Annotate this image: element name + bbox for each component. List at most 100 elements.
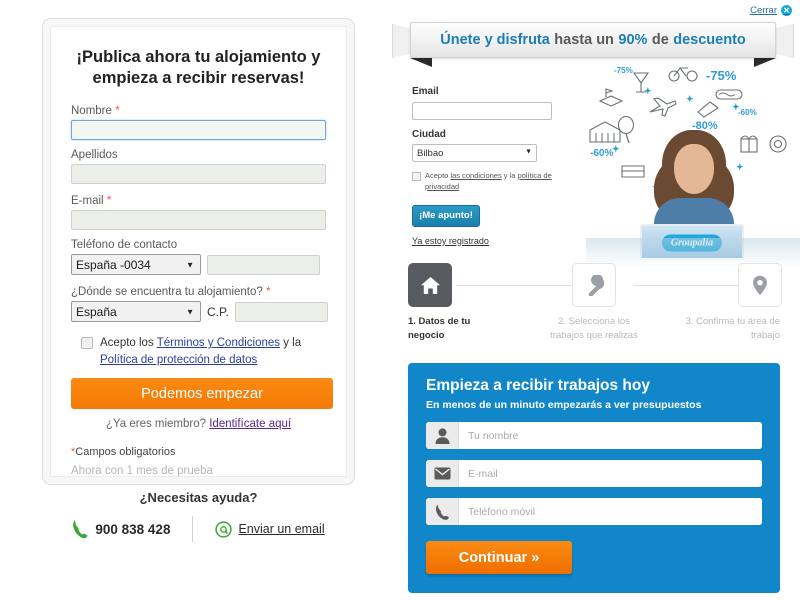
cp-label: C.P. (207, 304, 229, 319)
telefono-row: España -0034 ▼ (71, 254, 326, 276)
ribbon-fold-left (410, 58, 432, 67)
required-marker: * (106, 193, 112, 208)
ticket-doodle-icon (620, 162, 646, 180)
close-button[interactable]: Cerrar ✕ (750, 5, 792, 16)
user-icon (426, 422, 459, 449)
nombre-input[interactable] (71, 120, 326, 141)
phone-icon (72, 519, 89, 539)
sandwich-doodle-icon (598, 88, 624, 108)
label-telefono: Teléfono de contacto (71, 239, 178, 252)
lead-phone-field (426, 498, 762, 525)
terms-row: Acepto los Términos y Condiciones y la P… (81, 335, 326, 368)
lead-form-title: Empieza a recibir trabajos hoy (426, 377, 650, 394)
phone-handset-icon (426, 498, 459, 525)
promo-consent-checkbox[interactable] (412, 172, 421, 181)
step-indicator: 1. Datos de tu negocio 2. Selecciona los… (408, 263, 786, 343)
discount-doodle-1: -75% (614, 66, 633, 75)
required-fields-text: Campos obligatorios (75, 445, 176, 458)
right-column: Cerrar ✕ Únete y disfruta hasta un 90% d… (390, 0, 800, 600)
required-marker: * (115, 103, 120, 118)
send-email-link[interactable]: Enviar un email (238, 522, 324, 536)
conditions-link[interactable]: las condiciones (450, 171, 501, 180)
banner-part4: de (651, 32, 669, 48)
field-telefono: Teléfono de contacto España -0034 ▼ (71, 239, 326, 276)
field-nombre: Nombre * (71, 103, 326, 141)
required-marker: * (266, 284, 271, 299)
model-face (674, 144, 714, 194)
signup-card: ¡Publica ahora tu alojamiento y empieza … (42, 18, 355, 485)
terms-link[interactable]: Términos y Condiciones (157, 337, 280, 349)
help-email-cell[interactable]: Enviar un email (193, 520, 346, 538)
home-icon (420, 276, 441, 295)
login-link[interactable]: Identifícate aquí (209, 418, 291, 430)
label-email-text: E-mail (71, 195, 104, 208)
terms-prefix: Acepto los (100, 337, 157, 350)
step-connector-1 (456, 285, 586, 286)
star-doodle-2: ✦ (686, 94, 694, 104)
promo-ciudad-label: Ciudad (412, 128, 446, 140)
step-1-label: 1. Datos de tu negocio (408, 316, 471, 341)
terms-middle: y la (280, 337, 302, 350)
pais-select[interactable]: España (71, 301, 201, 323)
location-pin-icon (752, 275, 768, 296)
promo-submit-button[interactable]: ¡Me apunto! (412, 204, 480, 227)
consent-middle: y la (501, 171, 518, 180)
star-doodle-3: ✦ (732, 102, 740, 112)
close-icon: ✕ (781, 5, 792, 16)
field-email: E-mail * (71, 193, 326, 231)
apellidos-input[interactable] (71, 164, 326, 185)
wrench-icon (584, 274, 605, 296)
trial-note: Ahora con 1 mes de prueba (71, 464, 213, 477)
continue-button[interactable]: Continuar » (426, 541, 572, 574)
help-row: 900 838 428 Enviar un email (42, 516, 355, 542)
lead-name-input[interactable] (459, 422, 762, 449)
label-nombre-text: Nombre (71, 105, 112, 118)
submit-button[interactable]: Podemos empezar (71, 377, 333, 409)
banner-part2: hasta un (554, 32, 614, 48)
step-3-label: 3. Confirma tu área de trabajo (685, 316, 780, 341)
label-ubicacion: ¿Dónde se encuentra tu alojamiento? * (71, 284, 326, 298)
left-column: ¡Publica ahora tu alojamiento y empieza … (0, 0, 390, 600)
banner-part5: descuento (673, 32, 746, 48)
at-sign-icon (215, 520, 233, 538)
step-3-icon-box[interactable] (738, 263, 782, 307)
consent-prefix: Acepto (425, 171, 451, 180)
help-section: ¿Necesitas ayuda? 900 838 428 Enviar un … (42, 490, 355, 542)
discount-doodle-3: -60% (738, 108, 757, 117)
member-login-line: ¿Ya eres miembro? Identifícate aquí (71, 418, 326, 430)
step-2-icon-box[interactable] (572, 263, 616, 307)
email-input[interactable] (71, 210, 326, 231)
bicycle-doodle-icon (668, 64, 698, 82)
telefono-input[interactable] (207, 254, 320, 275)
promo-consent-row: Acepto las condiciones y la política de … (412, 171, 587, 193)
lead-name-field (426, 422, 762, 449)
field-ubicacion: ¿Dónde se encuentra tu alojamiento? * Es… (71, 284, 328, 323)
step-1-icon-box[interactable] (408, 263, 452, 307)
envelope-icon (426, 460, 459, 487)
already-registered-link[interactable]: Ya estoy registrado (412, 236, 587, 246)
help-phone-cell[interactable]: 900 838 428 (50, 519, 192, 539)
theater-doodle-icon (588, 120, 622, 144)
promo-ciudad-select[interactable]: Bilbao (412, 144, 537, 162)
star-doodle-4: ✦ (612, 144, 620, 154)
star-doodle-1: ✦ (644, 86, 652, 96)
gift-doodle-icon (738, 132, 760, 154)
lead-phone-input[interactable] (459, 498, 762, 525)
telefono-prefix-select[interactable]: España -0034 (71, 254, 201, 276)
discount-doodle-5: -60% (590, 148, 614, 159)
member-prefix: ¿Ya eres miembro? (105, 417, 210, 430)
lead-capture-panel: Empieza a recibir trabajos hoy En menos … (408, 363, 780, 593)
terms-checkbox[interactable] (81, 337, 93, 350)
page-title: ¡Publica ahora tu alojamiento y empieza … (76, 48, 321, 88)
promo-email-input[interactable] (412, 101, 552, 120)
close-label: Cerrar (750, 5, 777, 16)
ubicacion-row: España ▼ C.P. (71, 301, 328, 323)
lead-email-input[interactable] (459, 460, 762, 487)
promo-email-label: Email (412, 86, 439, 97)
telefono-prefix-wrap: España -0034 ▼ (71, 254, 201, 276)
page-root: ¡Publica ahora tu alojamiento y empieza … (0, 0, 800, 600)
airplane-doodle-icon (648, 96, 678, 118)
cp-input[interactable] (234, 301, 328, 322)
help-phone-number: 900 838 428 (95, 521, 171, 537)
privacy-policy-link[interactable]: Política de protección de datos (100, 354, 257, 366)
